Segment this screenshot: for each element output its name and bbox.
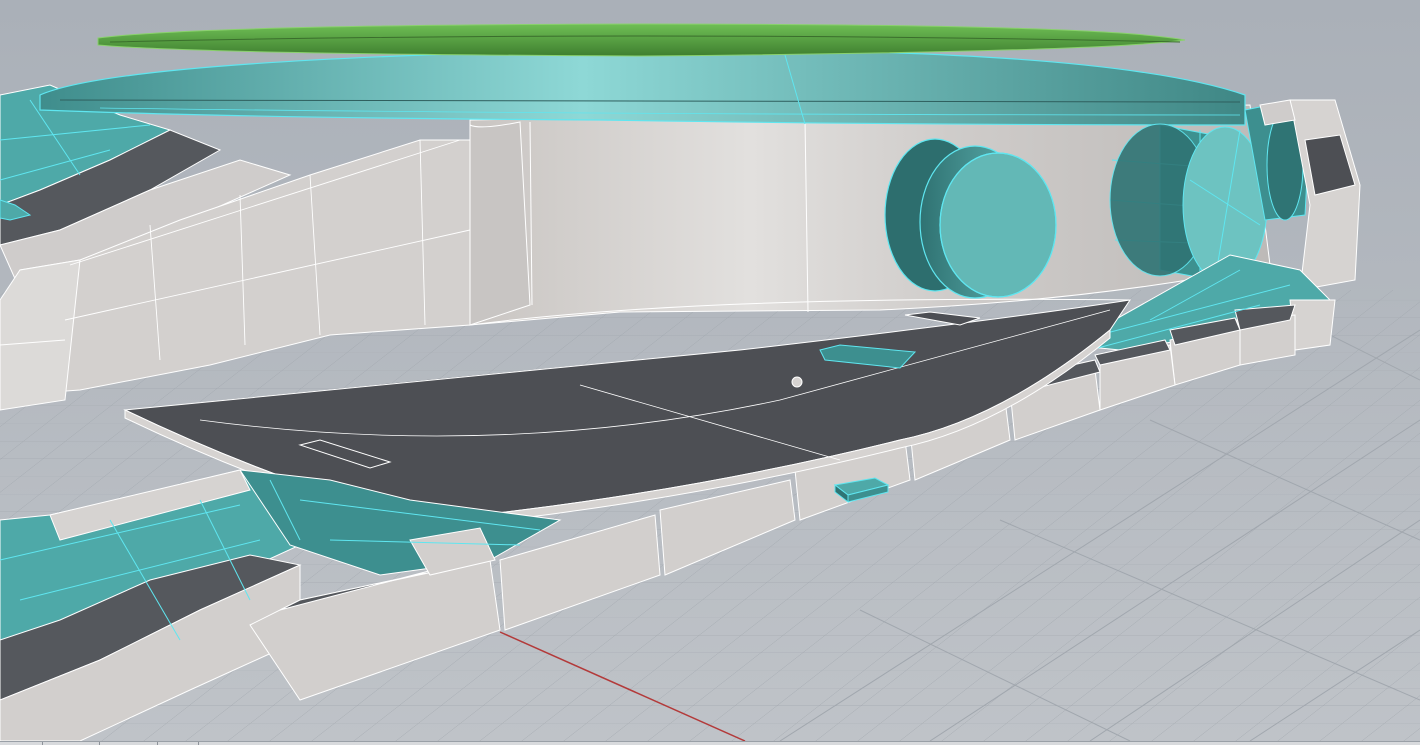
status-strip (0, 741, 1420, 745)
3d-viewport[interactable] (0, 0, 1420, 741)
